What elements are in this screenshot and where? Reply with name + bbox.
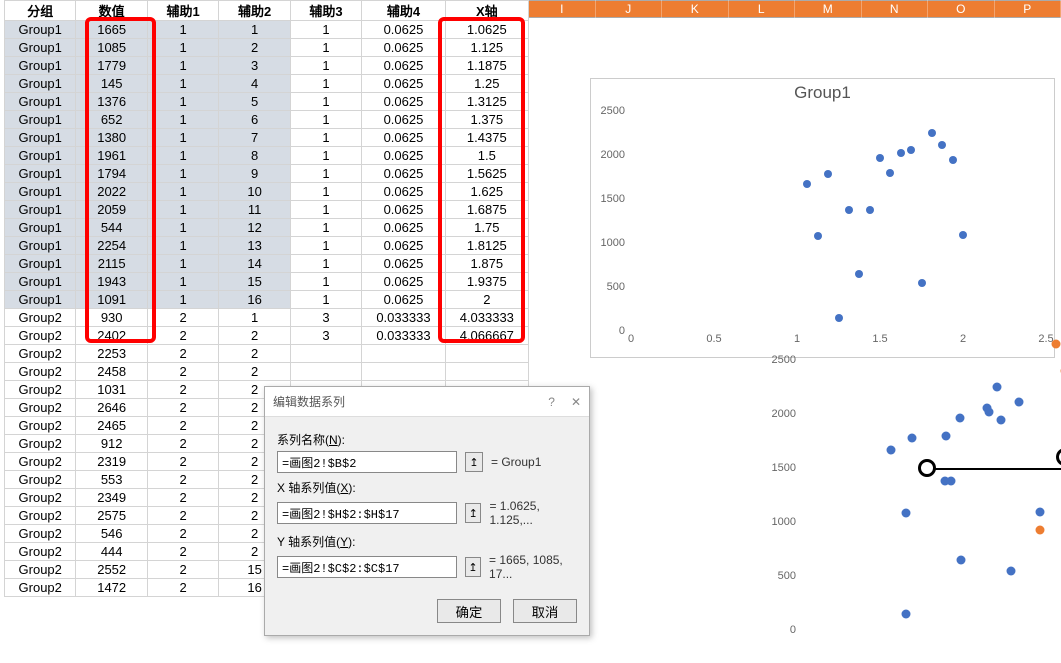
close-icon[interactable]: ✕ — [571, 395, 581, 409]
chart2-data-point[interactable] — [957, 555, 966, 564]
chart2-data-point[interactable] — [955, 414, 964, 423]
table-row[interactable]: Group117941910.06251.5625 — [5, 165, 529, 183]
table-row[interactable]: Group29302130.0333334.033333 — [5, 309, 529, 327]
dialog-titlebar[interactable]: 编辑数据系列 ? ✕ — [265, 387, 589, 417]
y-values-result: = 1665, 1085, 17... — [489, 553, 577, 581]
range-picker-icon[interactable]: ↥ — [465, 557, 481, 577]
column-letter-headers: IJKLMNOP — [529, 0, 1061, 18]
chart2-data-point[interactable] — [942, 432, 951, 441]
range-picker-icon[interactable]: ↥ — [465, 503, 481, 523]
chart2-data-point[interactable] — [982, 403, 991, 412]
chart-data-point[interactable] — [824, 170, 832, 178]
chart-data-point[interactable] — [918, 279, 926, 287]
ok-button[interactable]: 确定 — [437, 599, 501, 623]
chart-y-axis: 05001000150020002500 — [597, 111, 627, 329]
chart-data-point[interactable] — [803, 180, 811, 188]
chart-x-axis: 00.511.522.5 — [631, 333, 1044, 351]
chart-data-point[interactable] — [855, 270, 863, 278]
chart2-data-point[interactable] — [997, 416, 1006, 425]
chart-data-point[interactable] — [949, 156, 957, 164]
chart-data-point[interactable] — [907, 146, 915, 154]
table-row[interactable]: Group1194311510.06251.9375 — [5, 273, 529, 291]
series-name-result: = Group1 — [491, 455, 541, 469]
y-values-input[interactable] — [277, 556, 457, 578]
table-row[interactable]: Group1205911110.06251.6875 — [5, 201, 529, 219]
chart-data-point[interactable] — [876, 154, 884, 162]
chart-data-point[interactable] — [835, 314, 843, 322]
chart2-data-point[interactable] — [1036, 508, 1045, 517]
chart2-data-point[interactable] — [946, 476, 955, 485]
chart2-data-point[interactable] — [992, 382, 1001, 391]
x-values-input[interactable] — [277, 502, 457, 524]
chart-data-point[interactable] — [897, 149, 905, 157]
chart-mean-marker — [918, 459, 936, 477]
help-icon[interactable]: ? — [548, 395, 555, 409]
chart-data-point[interactable] — [845, 206, 853, 214]
chart2-data-point[interactable] — [1035, 525, 1044, 534]
chart2-plot-area[interactable] — [804, 360, 1060, 630]
range-picker-icon[interactable]: ↥ — [465, 452, 483, 472]
table-row[interactable]: Group110851210.06251.125 — [5, 39, 529, 57]
table-row[interactable]: Group2225322 — [5, 345, 529, 363]
scatter-chart-group1[interactable]: Group1 05001000150020002500 00.511.522.5 — [590, 78, 1055, 358]
series-name-label: 系列名称(N): — [277, 431, 577, 448]
table-row[interactable]: Group1211511410.06251.875 — [5, 255, 529, 273]
table-row[interactable]: Group113801710.06251.4375 — [5, 129, 529, 147]
table-row[interactable]: Group224022230.0333334.066667 — [5, 327, 529, 345]
table-row[interactable]: Group116651110.06251.0625 — [5, 21, 529, 39]
table-row[interactable]: Group2245822 — [5, 363, 529, 381]
x-values-result: = 1.0625, 1.125,... — [489, 499, 577, 527]
chart-data-point[interactable] — [814, 232, 822, 240]
chart2-data-point[interactable] — [1052, 340, 1061, 349]
chart-data-point[interactable] — [866, 206, 874, 214]
table-row[interactable]: Group1225411310.06251.8125 — [5, 237, 529, 255]
chart2-data-point[interactable] — [1015, 397, 1024, 406]
chart-data-point[interactable] — [886, 169, 894, 177]
dialog-title-text: 编辑数据系列 — [273, 393, 345, 410]
table-row[interactable]: Group16521610.06251.375 — [5, 111, 529, 129]
chart2-data-point[interactable] — [887, 446, 896, 455]
edit-series-dialog[interactable]: 编辑数据系列 ? ✕ 系列名称(N): ↥ = Group1 X 轴系列值(X)… — [264, 386, 590, 636]
chart-title: Group1 — [591, 83, 1054, 103]
chart2-data-point[interactable] — [901, 610, 910, 619]
chart-connector-line — [927, 468, 1061, 470]
cancel-button[interactable]: 取消 — [513, 599, 577, 623]
series-name-input[interactable] — [277, 451, 457, 473]
table-row[interactable]: Group1109111610.06252 — [5, 291, 529, 309]
table-row[interactable]: Group11451410.06251.25 — [5, 75, 529, 93]
scatter-chart-secondary[interactable]: 05001000150020002500 — [760, 360, 1060, 660]
chart-plot-area[interactable] — [631, 111, 1044, 329]
chart2-data-point[interactable] — [1006, 567, 1015, 576]
table-row[interactable]: Group119611810.06251.5 — [5, 147, 529, 165]
chart2-y-axis: 05001000150020002500 — [760, 360, 800, 630]
x-values-label: X 轴系列值(X): — [277, 479, 577, 496]
table-row[interactable]: Group154411210.06251.75 — [5, 219, 529, 237]
table-row[interactable]: Group113761510.06251.3125 — [5, 93, 529, 111]
chart-data-point[interactable] — [928, 129, 936, 137]
chart-data-point[interactable] — [959, 231, 967, 239]
table-row[interactable]: Group117791310.06251.1875 — [5, 57, 529, 75]
chart2-data-point[interactable] — [902, 508, 911, 517]
table-row[interactable]: Group1202211010.06251.625 — [5, 183, 529, 201]
chart2-data-point[interactable] — [908, 433, 917, 442]
y-values-label: Y 轴系列值(Y): — [277, 533, 577, 550]
chart-mean-marker — [1056, 448, 1061, 466]
chart-data-point[interactable] — [938, 141, 946, 149]
